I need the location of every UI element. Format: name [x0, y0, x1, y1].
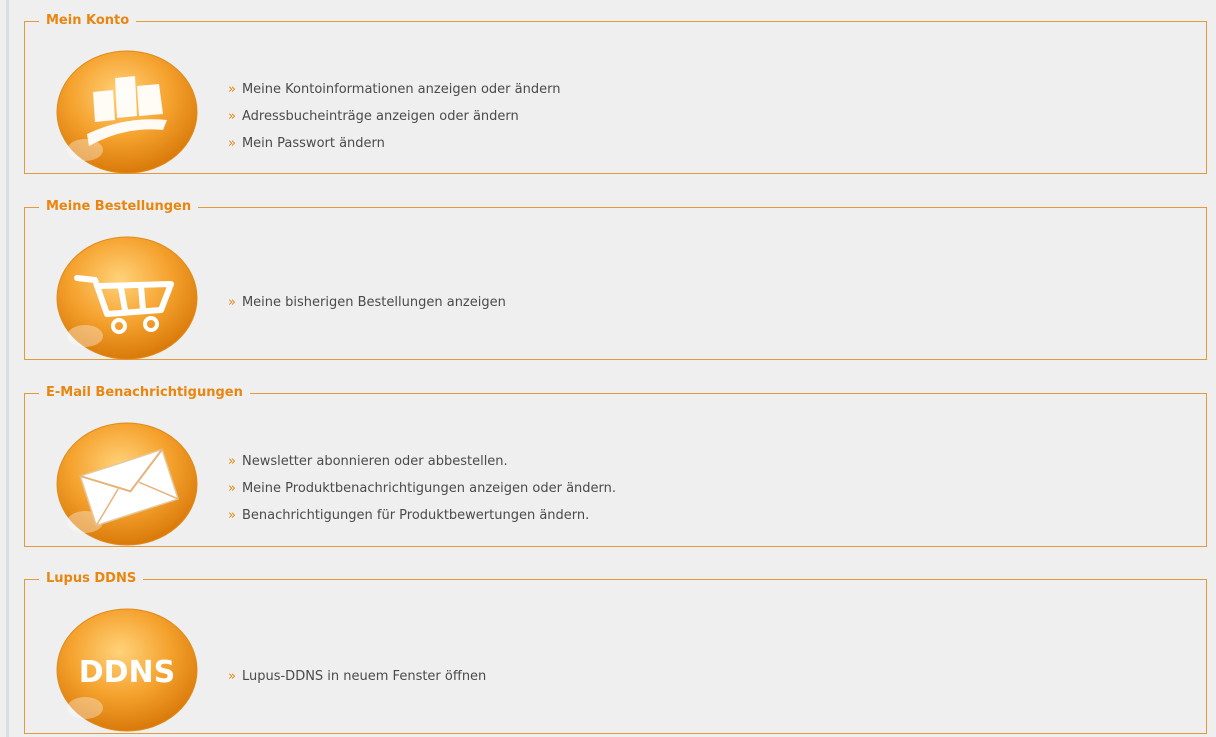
link-passwort[interactable]: Mein Passwort ändern: [242, 136, 385, 151]
section-title: Meine Bestellungen: [46, 199, 192, 214]
account-overview-page: Mein Konto » Meine Kontoinformationen an…: [0, 0, 1216, 737]
left-divider: [6, 0, 9, 737]
list-item: » Meine bisherigen Bestellungen anzeigen: [228, 289, 506, 316]
section-meine-bestellungen: Meine Bestellungen » Meine bisherigen Be…: [24, 200, 1207, 360]
section-email-benachrichtigungen: E-Mail Benachrichtigungen » Newsletter a…: [24, 386, 1207, 547]
bullet-icon: »: [228, 481, 236, 496]
link-newsletter[interactable]: Newsletter abonnieren oder abbestellen.: [242, 454, 508, 469]
list-item: » Adressbucheinträge anzeigen oder ändern: [228, 103, 560, 130]
section-lupus-ddns: Lupus DDNS DDNS » Lupus-DDNS in neuem Fen…: [24, 572, 1207, 734]
link-bestellungen[interactable]: Meine bisherigen Bestellungen anzeigen: [242, 295, 506, 310]
account-cards-icon: [55, 50, 199, 174]
account-links: » Meine Kontoinformationen anzeigen oder …: [228, 76, 560, 157]
bullet-icon: »: [228, 109, 236, 124]
link-kontoinformationen[interactable]: Meine Kontoinformationen anzeigen oder ä…: [242, 82, 560, 97]
link-produktbewertungen[interactable]: Benachrichtigungen für Produktbewertunge…: [242, 508, 589, 523]
section-title: Lupus DDNS: [46, 571, 137, 586]
bullet-icon: »: [228, 136, 236, 151]
list-item: » Lupus-DDNS in neuem Fenster öffnen: [228, 663, 486, 690]
list-item: » Mein Passwort ändern: [228, 130, 560, 157]
list-item: » Meine Kontoinformationen anzeigen oder …: [228, 76, 560, 103]
link-lupus-ddns[interactable]: Lupus-DDNS in neuem Fenster öffnen: [242, 669, 486, 684]
list-item: » Benachrichtigungen für Produktbewertung…: [228, 502, 616, 529]
bullet-icon: »: [228, 82, 236, 97]
shopping-cart-icon: [55, 236, 199, 360]
order-links: » Meine bisherigen Bestellungen anzeigen: [228, 289, 506, 316]
link-produktbenachrichtigungen[interactable]: Meine Produktbenachrichtigungen anzeigen…: [242, 481, 616, 496]
envelope-icon: [55, 422, 199, 546]
section-mein-konto: Mein Konto » Meine Kontoinformationen an…: [24, 14, 1207, 174]
ddns-icon: DDNS: [55, 608, 199, 732]
ddns-links: » Lupus-DDNS in neuem Fenster öffnen: [228, 663, 486, 690]
bullet-icon: »: [228, 508, 236, 523]
list-item: » Newsletter abonnieren oder abbestellen.: [228, 448, 616, 475]
bullet-icon: »: [228, 295, 236, 310]
link-adressbuch[interactable]: Adressbucheinträge anzeigen oder ändern: [242, 109, 519, 124]
section-title: Mein Konto: [46, 13, 130, 28]
list-item: » Meine Produktbenachrichtigungen anzeige…: [228, 475, 616, 502]
ddns-icon-text: DDNS: [79, 655, 176, 690]
section-title: E-Mail Benachrichtigungen: [46, 385, 243, 400]
bullet-icon: »: [228, 669, 236, 684]
bullet-icon: »: [228, 454, 236, 469]
email-links: » Newsletter abonnieren oder abbestellen.…: [228, 448, 616, 529]
